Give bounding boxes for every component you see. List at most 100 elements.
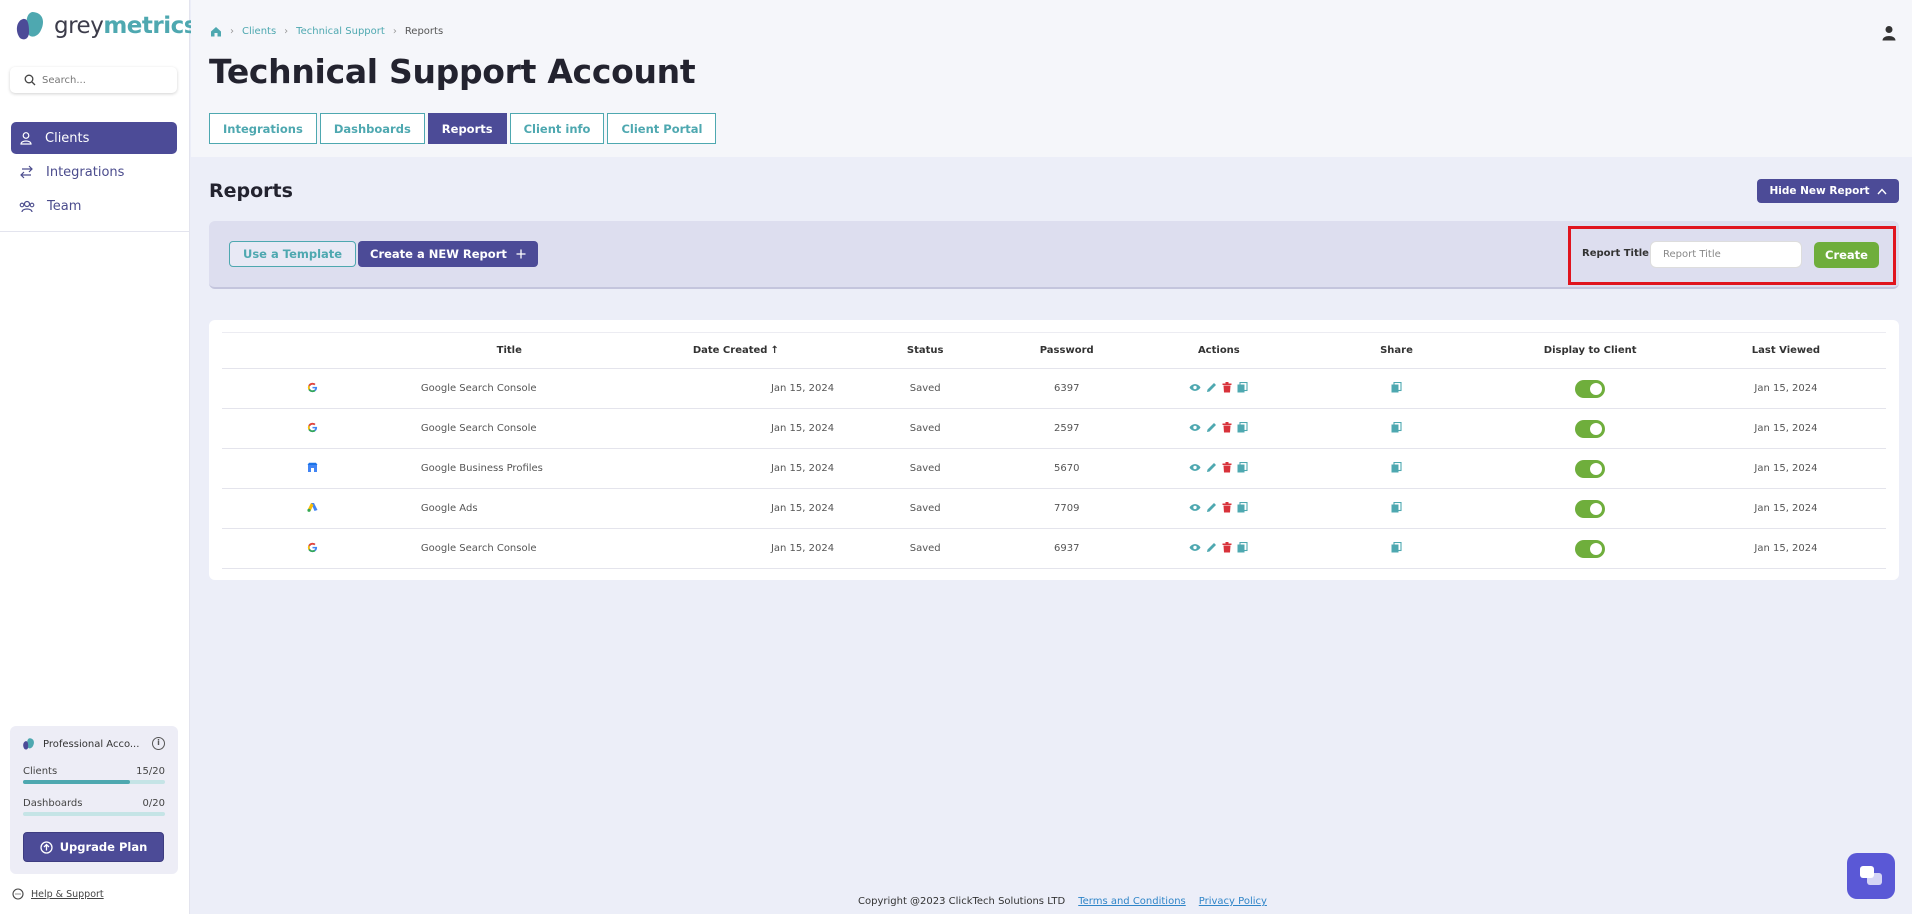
- plan-name: Professional Acco...: [43, 738, 140, 750]
- usage-label: Dashboards: [23, 798, 83, 809]
- plan-card: Professional Acco... i Clients 15/20 Dash…: [10, 726, 178, 874]
- duplicate-icon[interactable]: [1237, 462, 1248, 473]
- privacy-link[interactable]: Privacy Policy: [1199, 896, 1267, 907]
- home-icon[interactable]: [210, 26, 222, 37]
- use-template-button[interactable]: Use a Template: [229, 241, 357, 267]
- display-toggle[interactable]: [1575, 459, 1606, 478]
- display-toggle[interactable]: [1575, 379, 1606, 398]
- header-title[interactable]: Title: [402, 332, 616, 369]
- row-display-to-client: [1494, 408, 1686, 449]
- edit-pencil-icon[interactable]: [1206, 382, 1217, 393]
- row-title[interactable]: Google Search Console: [402, 528, 616, 569]
- info-icon[interactable]: i: [152, 737, 165, 750]
- breadcrumb-current: Reports: [404, 26, 444, 37]
- edit-pencil-icon[interactable]: [1206, 502, 1217, 513]
- tab-client-portal[interactable]: Client Portal: [607, 113, 717, 144]
- sidebar-item-label: Clients: [45, 130, 90, 146]
- row-title[interactable]: Google Search Console: [402, 408, 616, 449]
- eye-icon[interactable]: [1189, 383, 1201, 392]
- row-actions: [1139, 408, 1299, 449]
- header-password[interactable]: Password: [994, 332, 1140, 369]
- search-input[interactable]: [42, 74, 162, 86]
- account-menu-button[interactable]: [1882, 25, 1896, 45]
- tab-integrations[interactable]: Integrations: [209, 113, 317, 144]
- chat-widget-button[interactable]: [1847, 853, 1895, 899]
- eye-icon[interactable]: [1189, 543, 1201, 552]
- google-icon: [307, 382, 318, 396]
- user-icon: [20, 132, 32, 145]
- share-copy-icon[interactable]: [1391, 501, 1402, 513]
- terms-link[interactable]: Terms and Conditions: [1078, 896, 1186, 907]
- row-password: 7709: [994, 488, 1140, 529]
- duplicate-icon[interactable]: [1237, 422, 1248, 433]
- trash-icon[interactable]: [1222, 382, 1232, 393]
- tab-reports[interactable]: Reports: [427, 113, 507, 144]
- row-status: Saved: [856, 368, 995, 409]
- header-status[interactable]: Status: [856, 332, 995, 369]
- breadcrumb-link-technical-support[interactable]: Technical Support: [296, 26, 385, 37]
- row-share: [1298, 528, 1495, 569]
- arrows-swap-icon: [20, 165, 33, 179]
- upgrade-plan-button[interactable]: Upgrade Plan: [23, 832, 164, 862]
- sidebar-item-label: Team: [47, 198, 82, 214]
- row-date-created: Jan 15, 2024: [615, 488, 857, 529]
- trash-icon[interactable]: [1222, 542, 1232, 553]
- sidebar-search[interactable]: [10, 67, 177, 93]
- share-copy-icon[interactable]: [1391, 381, 1402, 393]
- reports-table-card: Title Date Created ↑ Status Password Acti…: [209, 320, 1899, 580]
- plan-header: Professional Acco...: [22, 737, 139, 751]
- share-copy-icon[interactable]: [1391, 461, 1402, 473]
- usage-dashboards: Dashboards 0/20: [23, 798, 165, 816]
- eye-icon[interactable]: [1189, 463, 1201, 472]
- create-new-report-button[interactable]: Create a NEW Report: [358, 241, 538, 267]
- sidebar-nav: Clients Integrations Team: [11, 122, 177, 224]
- edit-pencil-icon[interactable]: [1206, 462, 1217, 473]
- tab-dashboards[interactable]: Dashboards: [319, 113, 425, 144]
- share-copy-icon[interactable]: [1391, 541, 1402, 553]
- sidebar-item-team[interactable]: Team: [11, 190, 177, 222]
- breadcrumb: › Clients › Technical Support › Reports: [210, 26, 443, 37]
- display-toggle[interactable]: [1575, 419, 1606, 438]
- usage-clients: Clients 15/20: [23, 766, 165, 784]
- breadcrumb-link-clients[interactable]: Clients: [242, 26, 276, 37]
- trash-icon[interactable]: [1222, 462, 1232, 473]
- tab-client-info[interactable]: Client info: [509, 113, 605, 144]
- edit-pencil-icon[interactable]: [1206, 542, 1217, 553]
- hide-new-report-button[interactable]: Hide New Report: [1757, 179, 1899, 203]
- sidebar-item-clients[interactable]: Clients: [11, 122, 177, 154]
- duplicate-icon[interactable]: [1237, 382, 1248, 393]
- share-copy-icon[interactable]: [1391, 421, 1402, 433]
- eye-icon[interactable]: [1189, 423, 1201, 432]
- duplicate-icon[interactable]: [1237, 542, 1248, 553]
- row-source-cell: [222, 408, 403, 449]
- row-source-cell: [222, 448, 403, 489]
- trash-icon[interactable]: [1222, 422, 1232, 433]
- eye-icon[interactable]: [1189, 503, 1201, 512]
- header-date-created[interactable]: Date Created ↑: [615, 332, 857, 369]
- row-title[interactable]: Google Search Console: [402, 368, 616, 409]
- sort-up-icon: ↑: [770, 345, 779, 356]
- trash-icon[interactable]: [1222, 502, 1232, 513]
- edit-pencil-icon[interactable]: [1206, 422, 1217, 433]
- sidebar-item-integrations[interactable]: Integrations: [11, 156, 177, 188]
- help-support-link[interactable]: Help & Support: [12, 888, 104, 900]
- row-password: 6397: [994, 368, 1140, 409]
- sidebar-divider: [0, 231, 190, 232]
- help-support-label: Help & Support: [31, 888, 104, 900]
- duplicate-icon[interactable]: [1237, 502, 1248, 513]
- header-icon: [222, 332, 403, 369]
- row-date-created: Jan 15, 2024: [615, 528, 857, 569]
- header-last-viewed[interactable]: Last Viewed: [1685, 332, 1886, 369]
- row-title[interactable]: Google Business Profiles: [402, 448, 616, 489]
- sidebar: greymetrics Clients Integrations Team Pr…: [0, 0, 197, 914]
- display-toggle[interactable]: [1575, 539, 1606, 558]
- table-header-row: Title Date Created ↑ Status Password Acti…: [222, 332, 1886, 369]
- chevron-up-icon: [1877, 187, 1887, 194]
- row-display-to-client: [1494, 368, 1686, 409]
- row-share: [1298, 488, 1495, 529]
- brand-logo[interactable]: greymetrics: [14, 10, 197, 42]
- usage-track: [23, 812, 165, 816]
- row-title[interactable]: Google Ads: [402, 488, 616, 529]
- display-toggle[interactable]: [1575, 499, 1606, 518]
- google-icon: [307, 422, 318, 436]
